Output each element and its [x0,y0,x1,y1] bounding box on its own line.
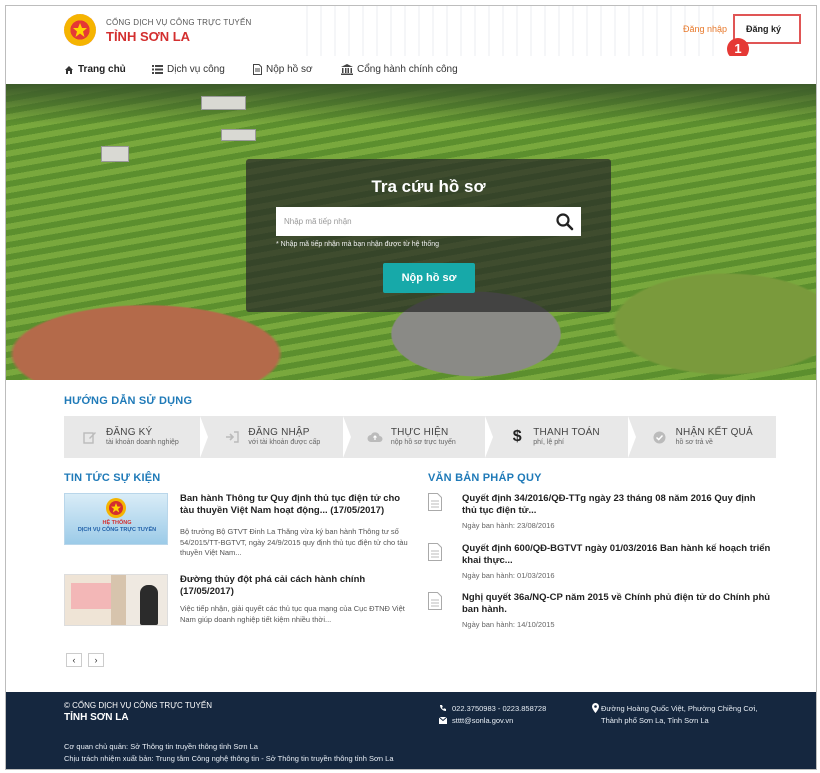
national-emblem-icon [106,498,126,518]
guide-step-title: THỰC HIỆN [390,427,449,438]
guide-step-sub: hồ sơ trả về [675,439,713,446]
hero-house [221,129,256,141]
edit-icon [82,429,98,445]
nav-item-home[interactable]: Trang chủ [64,64,126,75]
portal-title[interactable]: TỈNH SƠN LA [106,29,190,44]
login-icon [224,429,240,445]
nav-label: Cổng hành chính công [357,64,458,75]
nav-label: Dịch vụ công [167,64,225,75]
guide-step-perform[interactable]: THỰC HIỆN nộp hồ sơ trực tuyến [342,416,491,458]
nav-item-submit[interactable]: Nộp hồ sơ [253,64,313,75]
email-icon [439,717,447,724]
guide-step-title: ĐĂNG KÝ [106,427,153,438]
thumbnail-caption-top: HỆ THỐNG [102,520,132,526]
building-icon [341,64,353,75]
nav-item-services[interactable]: Dịch vụ công [152,64,225,75]
footer-address-line1: Đường Hoàng Quốc Việt, Phường Chiềng Cơi… [601,704,758,713]
guide-step-sub: tài khoản doanh nghiệp [106,439,179,446]
doc-date: Ngày ban hành: 23/08/2016 [462,521,555,530]
search-button[interactable] [555,212,575,232]
news-description: Việc tiếp nhận, giải quyết các thủ tục q… [180,604,405,624]
doc-item[interactable]: Nghị quyết 36a/NQ-CP năm 2015 về Chính p… [428,592,778,634]
guide-step-register[interactable]: ĐĂNG KÝ tài khoản doanh nghiệp [64,416,206,458]
document-icon [428,493,442,511]
news-next-button[interactable]: › [88,653,104,667]
national-emblem-icon [64,14,96,46]
search-title: Tra cứu hồ sơ [371,177,486,196]
news-item[interactable]: Đường thủy đột phá cải cách hành chính (… [64,574,405,639]
main-nav: Trang chủ Dịch vụ công Nộp hồ sơ Cổng hà… [6,56,816,84]
check-circle-icon [652,429,668,445]
home-icon [65,65,73,74]
search-hint: * Nhập mã tiếp nhận mà bạn nhận được từ … [276,241,440,248]
doc-item[interactable]: Quyết định 34/2016/QĐ-TTg ngày 23 tháng … [428,493,778,535]
list-icon [152,65,163,74]
search-input[interactable] [276,207,546,236]
guide-steps: ĐĂNG KÝ tài khoản doanh nghiệp ĐĂNG NHẬP v… [64,416,776,458]
guide-step-title: THANH TOÁN [533,427,600,438]
search-box [276,207,581,236]
map-marker-icon [592,703,599,713]
news-description: Bộ trưởng Bộ GTVT Đinh La Thăng vừa ký b… [180,527,408,557]
footer-email[interactable]: stttt@sonla.gov.vn [452,716,513,725]
doc-item[interactable]: Quyết định 600/QĐ-BGTVT ngày 01/03/2016 … [428,543,778,585]
doc-title[interactable]: Quyết định 600/QĐ-BGTVT ngày 01/03/2016 … [462,543,772,567]
nav-label: Trang chủ [78,64,126,75]
site-header: CỔNG DỊCH VỤ CÔNG TRỰC TUYẾN TỈNH SƠN LA… [6,6,816,60]
guide-step-title: ĐĂNG NHẬP [248,427,310,438]
document-icon [253,64,262,75]
news-thumbnail[interactable]: HỆ THỐNG DỊCH VỤ CÔNG TRỰC TUYẾN [64,493,168,545]
search-icon [556,213,574,231]
phone-icon [440,705,446,711]
news-item[interactable]: HỆ THỐNG DỊCH VỤ CÔNG TRỰC TUYẾN Ban hàn… [64,493,408,568]
thumbnail-person [140,585,158,625]
footer-phone: 022.3750983 - 0223.858728 [452,704,547,713]
register-link[interactable]: Đăng ký [746,24,781,34]
news-prev-button[interactable]: ‹ [66,653,82,667]
thumbnail-caption: DỊCH VỤ CÔNG TRỰC TUYẾN [77,527,157,533]
news-title[interactable]: Đường thủy đột phá cải cách hành chính (… [180,574,410,598]
nav-item-admin-portal[interactable]: Cổng hành chính công [341,64,458,75]
footer-org-line: © CỔNG DỊCH VỤ CÔNG TRỰC TUYẾN [64,701,212,710]
footer-managing-agency: Cơ quan chủ quản: Sở Thông tin truyền th… [64,742,258,751]
guide-step-sub: phí, lệ phí [533,439,564,446]
news-section-title: TIN TỨC SỰ KIỆN [64,472,161,484]
doc-date: Ngày ban hành: 14/10/2015 [462,620,555,629]
nav-label: Nộp hồ sơ [266,64,313,75]
doc-title[interactable]: Nghị quyết 36a/NQ-CP năm 2015 về Chính p… [462,592,772,616]
guide-step-sub: nộp hồ sơ trực tuyến [390,439,456,446]
hero-house [201,96,246,110]
guide-section-title: HƯỚNG DẪN SỬ DỤNG [64,395,193,407]
hero-background-shade [6,84,816,124]
news-title[interactable]: Ban hành Thông tư Quy định thủ tục điện … [180,493,410,517]
footer-org-name: TỈNH SƠN LA [64,712,129,723]
guide-step-title: NHẬN KẾT QUẢ [675,427,753,438]
document-icon [428,543,442,561]
guide-step-result[interactable]: NHẬN KẾT QUẢ hồ sơ trả về [627,416,776,458]
doc-title[interactable]: Quyết định 34/2016/QĐ-TTg ngày 23 tháng … [462,493,772,517]
login-link[interactable]: Đăng nhập [683,24,727,34]
news-thumbnail[interactable] [64,574,168,626]
thumbnail-screen [71,583,111,609]
hero-house [101,146,129,162]
docs-section-title: VĂN BẢN PHÁP QUY [428,472,542,484]
guide-step-sub: với tài khoản được cấp [248,439,321,446]
footer-address-line2: Thành phố Sơn La, Tỉnh Sơn La [601,716,709,725]
portal-subtitle: CỔNG DỊCH VỤ CÔNG TRỰC TUYẾN [106,18,252,27]
dollar-icon: $ [512,428,522,445]
guide-step-payment[interactable]: $ THANH TOÁN phí, lệ phí [485,416,633,458]
cloud-upload-icon [367,429,383,445]
footer-publisher: Chịu trách nhiệm xuất bản: Trung tâm Côn… [64,754,394,763]
site-footer: © CỔNG DỊCH VỤ CÔNG TRỰC TUYẾN TỈNH SƠN … [6,692,816,769]
guide-step-login[interactable]: ĐĂNG NHẬP với tài khoản được cấp [200,416,348,458]
header-pattern [306,6,726,56]
submit-dossier-button[interactable]: Nộp hồ sơ [383,263,475,293]
document-icon [428,592,442,610]
hero-banner: Tra cứu hồ sơ * Nhập mã tiếp nhận mà bạn… [6,84,816,380]
search-panel: Tra cứu hồ sơ * Nhập mã tiếp nhận mà bạn… [246,159,611,312]
doc-date: Ngày ban hành: 01/03/2016 [462,571,555,580]
browser-page: CỔNG DỊCH VỤ CÔNG TRỰC TUYẾN TỈNH SƠN LA… [5,5,817,770]
